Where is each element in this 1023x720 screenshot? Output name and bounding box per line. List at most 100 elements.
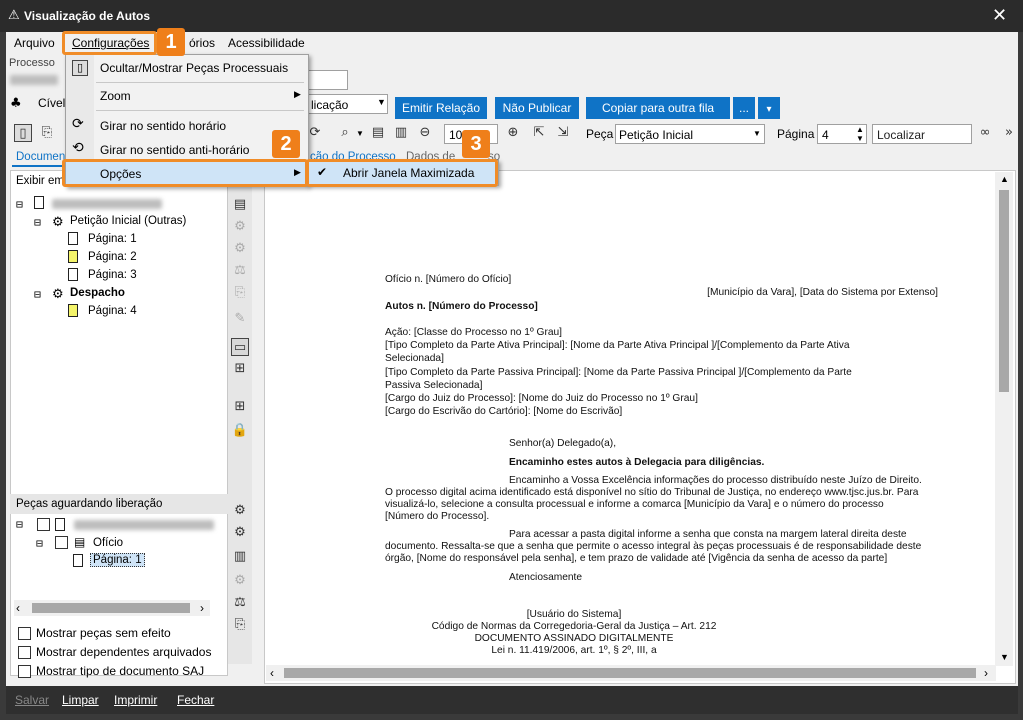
fechar-button[interactable]: Fechar	[177, 693, 214, 707]
processo-field[interactable]	[6, 70, 66, 90]
prev-piece-icon[interactable]: ⇱	[530, 124, 548, 142]
app-icon: ⚠	[8, 7, 20, 22]
step-badge-2: 2	[272, 130, 300, 158]
more-button[interactable]: ...	[733, 97, 755, 119]
copy-icon[interactable]: ⎘	[231, 284, 249, 302]
close-icon[interactable]: ✕	[992, 5, 1007, 26]
chevron-right-icon[interactable]: ›	[200, 601, 204, 615]
split-icon[interactable]: ⊞	[231, 360, 249, 378]
seal-icon[interactable]: ⚙	[231, 502, 249, 520]
pagina-stepper[interactable]: 4 ▲ ▼	[817, 124, 867, 144]
pending-header: Peças aguardando liberação	[10, 494, 228, 514]
localizar-input[interactable]: Localizar	[872, 124, 972, 144]
toggle-pecas-icon[interactable]: ▯	[14, 124, 32, 142]
tree-hscrollbar[interactable]: ‹ ›	[14, 600, 210, 616]
doc-line: órgão, [Nome do responsável pela senha],…	[385, 553, 888, 564]
dependentes-checkbox[interactable]	[18, 646, 31, 659]
processo-extra-field[interactable]	[308, 70, 348, 90]
seal-icon[interactable]: ⚙	[231, 524, 249, 542]
chevron-down-icon[interactable]: ▼	[356, 129, 364, 138]
tree-page[interactable]: Página: 3	[88, 269, 137, 281]
zoom-in-icon[interactable]: ⊕	[504, 124, 522, 142]
viewer-hscrollbar[interactable]: ‹ ›	[266, 665, 996, 681]
sem-efeito-label[interactable]: Mostrar peças sem efeito	[36, 626, 171, 640]
step-badge-1: 1	[157, 28, 185, 56]
overflow-icon[interactable]: »	[1000, 124, 1018, 142]
fit-page-icon[interactable]: ▥	[392, 124, 410, 142]
lock-icon[interactable]: 🔒	[231, 422, 249, 440]
gavel-icon[interactable]: ⚖	[231, 594, 249, 612]
expand-icon[interactable]: ⊟	[16, 197, 23, 211]
chevron-up-icon[interactable]: ▲	[1000, 174, 1009, 184]
stamp-icon[interactable]: ⚖	[231, 262, 249, 280]
tree-page[interactable]: Página: 2	[88, 251, 137, 263]
print-icon[interactable]: ▤	[231, 196, 249, 214]
pending-process-checkbox[interactable]	[37, 518, 50, 531]
peca-label: Peça	[586, 127, 614, 141]
doc-line: [Cargo do Escrivão do Cartório]: [Nome d…	[385, 406, 623, 417]
exibir-combo[interactable]: Exibir em	[11, 171, 66, 191]
tree-doc-despacho[interactable]: Despacho	[70, 287, 125, 299]
search-icon[interactable]: ⌕	[336, 124, 354, 142]
pending-doc-checkbox[interactable]	[55, 536, 68, 549]
tipo-saj-checkbox[interactable]	[18, 665, 31, 678]
zoom-out-icon[interactable]: ⊖	[416, 124, 434, 142]
menu-acessibilidade[interactable]: Acessibilidade	[228, 36, 305, 50]
expand-icon[interactable]: ⊟	[34, 287, 41, 301]
nao-publicar-button[interactable]: Não Publicar	[495, 97, 579, 119]
chevron-down-icon: ▼	[377, 97, 386, 107]
sem-efeito-checkbox[interactable]	[18, 627, 31, 640]
viewer-vscrollbar[interactable]: ▲ ▼	[995, 172, 1013, 666]
fit-width-icon[interactable]: ▤	[369, 124, 387, 142]
limpar-button[interactable]: Limpar	[62, 693, 99, 707]
add-icon[interactable]: ⊞	[231, 398, 249, 416]
copy-icon[interactable]: ⎘	[38, 124, 56, 142]
seal-icon[interactable]: ⚙	[231, 572, 249, 590]
tree-doc-peticao[interactable]: Petição Inicial (Outras)	[70, 215, 186, 227]
binoculars-icon[interactable]: ∞	[976, 124, 994, 142]
pending-page[interactable]: Página: 1	[90, 553, 145, 567]
highlight-maximizada	[306, 159, 498, 187]
scroll-thumb[interactable]	[284, 668, 976, 678]
chevron-right-icon[interactable]: ›	[984, 666, 988, 680]
emitir-relacao-button[interactable]: Emitir Relação	[395, 97, 487, 119]
copiar-outra-fila-button[interactable]: Copiar para outra fila	[586, 97, 730, 119]
collapse-button[interactable]: ▾	[758, 97, 780, 119]
pending-doc[interactable]: Ofício	[93, 537, 123, 549]
seal-icon[interactable]: ⚙	[231, 218, 249, 236]
edit-icon[interactable]: ✎	[231, 310, 249, 328]
stepper-icon[interactable]: ▲ ▼	[856, 125, 864, 143]
chevron-left-icon[interactable]: ‹	[270, 666, 274, 680]
lock-seal-icon[interactable]: ⚙	[231, 240, 249, 258]
tipo-saj-label[interactable]: Mostrar tipo de documento SAJ	[36, 664, 204, 678]
expand-icon[interactable]: ⊟	[36, 536, 43, 550]
doc-line: [Tipo Completo da Parte Passiva Principa…	[385, 367, 852, 378]
imprimir-button[interactable]: Imprimir	[114, 693, 157, 707]
chevron-down-icon[interactable]: ▼	[1000, 652, 1009, 662]
menu-item-zoom[interactable]: Zoom ▶	[66, 84, 308, 108]
expand-icon[interactable]: ⊟	[34, 215, 41, 229]
dependentes-label[interactable]: Mostrar dependentes arquivados	[36, 645, 211, 659]
menu-arquivo[interactable]: Arquivo	[14, 36, 55, 50]
expand-icon[interactable]: ⊟	[16, 517, 23, 531]
chevron-down-icon: ▼	[753, 129, 761, 138]
next-piece-icon[interactable]: ⇲	[554, 124, 572, 142]
salvar-button[interactable]: Salvar	[15, 693, 49, 707]
copy-icon[interactable]: ⎘	[231, 616, 249, 634]
menu-relatorios[interactable]: órios	[189, 36, 215, 50]
note-icon[interactable]: ▭	[231, 338, 249, 356]
publicacao-combo[interactable]: licação ▼	[308, 94, 388, 114]
trash-icon[interactable]: ▥	[231, 548, 249, 566]
class-icon: ♣	[10, 96, 22, 111]
menu-separator	[96, 110, 304, 111]
chevron-left-icon[interactable]: ‹	[16, 601, 20, 615]
doc-line: Autos n. [Número do Processo]	[385, 301, 538, 312]
tree-page[interactable]: Página: 1	[88, 233, 137, 245]
peca-combo[interactable]: Petição Inicial ▼	[615, 124, 765, 144]
scroll-thumb[interactable]	[999, 190, 1009, 392]
menu-item-ocultar[interactable]: ▯ Ocultar/Mostrar Peças Processuais	[66, 55, 308, 81]
tree-page[interactable]: Página: 4	[88, 305, 137, 317]
scroll-thumb[interactable]	[32, 603, 190, 613]
highlight-opcoes	[62, 159, 308, 187]
tab-documentos[interactable]: Documen	[12, 149, 66, 167]
